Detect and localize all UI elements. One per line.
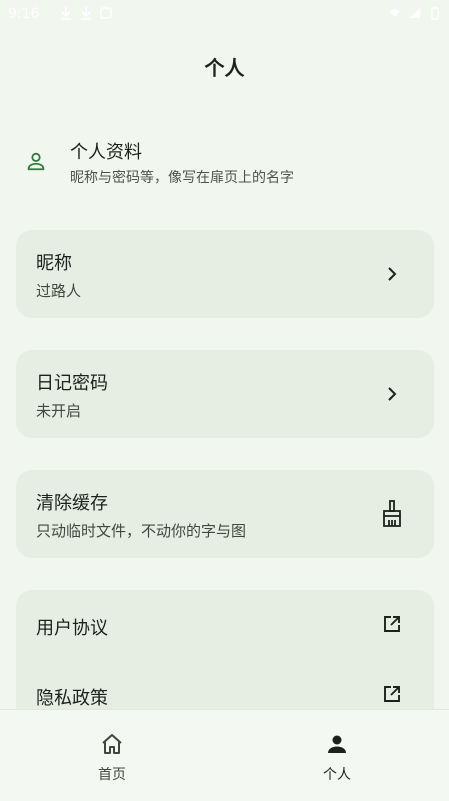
- nickname-value: 过路人: [36, 282, 82, 300]
- wifi-icon: [389, 9, 401, 18]
- status-time: 9:16: [8, 6, 40, 22]
- profile-section-subtitle: 昵称与密码等，像写在扉页上的名字: [70, 170, 294, 186]
- clear-cache-card[interactable]: 清除缓存 只动临时文件，不动你的字与图: [16, 470, 434, 558]
- diary-password-label: 日记密码: [36, 373, 108, 394]
- chevron-right-icon: [388, 267, 397, 281]
- nickname-label: 昵称: [36, 253, 72, 274]
- broom-icon: [383, 500, 401, 527]
- bottom-navigation: 首页 个人: [0, 709, 449, 801]
- status-bar: 9:16: [0, 0, 449, 30]
- user-agreement-link[interactable]: 用户协议: [16, 590, 434, 660]
- download-icon: [61, 7, 71, 20]
- person-icon: [328, 735, 346, 753]
- diary-password-card[interactable]: 日记密码 未开启: [16, 350, 434, 438]
- nav-label-profile: 个人: [323, 767, 351, 783]
- privacy-policy-label: 隐私政策: [36, 688, 108, 709]
- profile-section: 个人资料 昵称与密码等，像写在扉页上的名字: [0, 130, 449, 190]
- profile-section-title: 个人资料: [70, 142, 142, 163]
- open-in-new-icon: [384, 686, 400, 702]
- user-agreement-label: 用户协议: [36, 618, 108, 639]
- person-outline-icon: [27, 152, 45, 171]
- clear-cache-label: 清除缓存: [36, 493, 108, 514]
- page-title: 个人: [204, 56, 245, 80]
- signal-icon: [409, 7, 421, 19]
- nav-item-home[interactable]: 首页: [0, 710, 224, 801]
- chevron-right-icon: [388, 387, 397, 401]
- nav-item-profile[interactable]: 个人: [225, 710, 449, 801]
- home-icon: [102, 734, 122, 754]
- battery-icon: [431, 6, 439, 20]
- nav-label-home: 首页: [98, 767, 126, 783]
- notification-icon: [100, 7, 112, 19]
- nickname-card[interactable]: 昵称 过路人: [16, 230, 434, 318]
- download-icon: [81, 7, 91, 20]
- open-in-new-icon: [384, 616, 400, 632]
- diary-password-value: 未开启: [36, 402, 82, 420]
- clear-cache-description: 只动临时文件，不动你的字与图: [36, 522, 247, 540]
